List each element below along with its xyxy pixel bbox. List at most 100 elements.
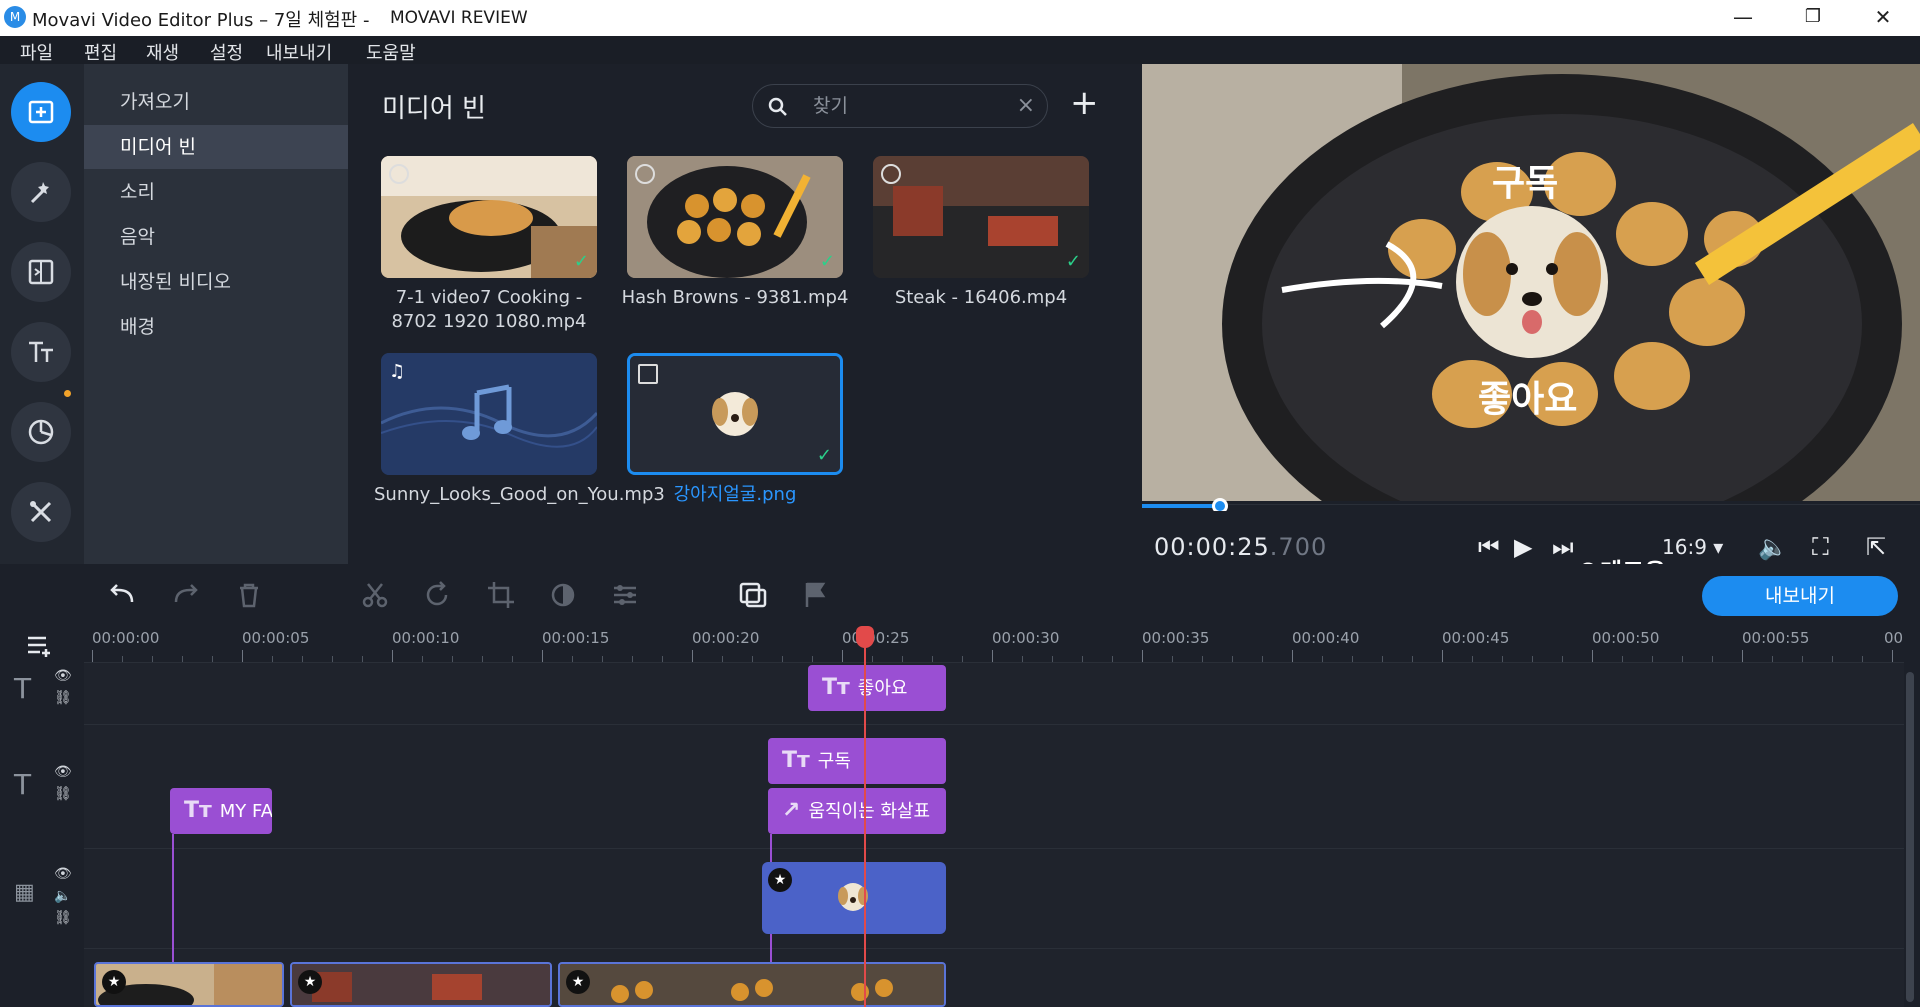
category-music[interactable]: 음악 [84,215,348,259]
preview-seek-bar[interactable] [1142,498,1920,514]
title-clip-label: MY FA [219,801,272,822]
image-clip-dog-face[interactable]: ★ [762,862,946,934]
added-check-icon: ✓ [816,445,832,466]
stickers-button[interactable] [11,402,71,462]
more-tools-button[interactable] [11,482,71,542]
add-media-button[interactable]: + [1070,86,1099,120]
timeline-track-headers: T 👁 ⛓ T 👁 ⛓ ▦ 👁 🔈 ⛓ [0,624,84,1007]
link-icon[interactable]: ⛓ [54,690,72,706]
filters-button[interactable] [11,162,71,222]
category-media-bin[interactable]: 미디어 빈 [84,125,348,169]
ruler-label: 00:00:25 [842,629,910,647]
play-icon[interactable]: ▶ [1514,533,1532,561]
added-check-icon: ✓ [573,251,589,272]
link-icon[interactable]: ⛓ [54,910,72,926]
search-icon [768,97,787,116]
ruler-label: 00:00:35 [1142,629,1210,647]
ruler-label: 00:00:45 [1442,629,1510,647]
menu-file[interactable]: 파일 [20,39,53,65]
cooking-thumbnail [381,156,597,278]
title-clip-subscribe[interactable]: Tт 구독 [768,738,946,784]
cut-icon[interactable] [360,580,390,610]
detach-player-icon[interactable]: ⇱ [1866,533,1886,561]
media-thumb-cooking[interactable]: ✓ [381,156,597,278]
seek-fill [1142,504,1220,508]
titles-button[interactable] [11,322,71,382]
visibility-eye-icon[interactable]: 👁 [54,668,72,684]
menu-help[interactable]: 도움말 [366,39,416,65]
title-clip-like[interactable]: Tт 좋아요 [808,665,946,711]
title-clip-my-favorite[interactable]: Tт MY FA [170,788,272,834]
star-icon: ★ [768,868,792,892]
media-label-steak: Steak - 16406.mp4 [894,287,1068,308]
title-clip-moving-arrow[interactable]: ↗ 움직이는 화살표 [768,788,946,834]
visibility-eye-icon[interactable]: 👁 [54,764,72,780]
import-categories: 가져오기 미디어 빈 소리 음악 내장된 비디오 배경 [84,64,348,576]
title-clip-label: 구독 [817,751,851,772]
visibility-eye-icon[interactable]: 👁 [54,866,72,882]
text-track-1 [84,662,1904,724]
category-builtin-video[interactable]: 내장된 비디오 [84,260,348,304]
video-clip-steak[interactable]: ★ [290,962,552,1007]
timecode-ms: .700 [1269,533,1328,561]
fullscreen-icon[interactable]: ⛶ [1812,533,1829,561]
search-input[interactable] [813,93,1013,119]
delete-icon[interactable] [234,580,264,610]
previous-frame-icon[interactable]: ⏮ [1478,533,1500,561]
clear-search-icon[interactable]: × [1017,93,1035,118]
ruler-tick [242,650,243,662]
restore-button[interactable]: ❐ [1778,0,1848,36]
minimize-button[interactable]: — [1708,0,1778,36]
category-import[interactable]: 가져오기 [84,80,348,124]
menu-settings[interactable]: 설정 [210,39,243,65]
ruler-tick [842,650,843,662]
preview-player[interactable]: 구독 좋아요 [1142,64,1920,501]
media-thumb-dog-face[interactable]: ✓ [627,353,843,475]
ruler-label: 00:00:50 [1592,629,1660,647]
volume-icon[interactable]: 🔈 [1758,533,1788,561]
marker-flag-icon[interactable] [800,580,830,610]
timeline-scrollbar[interactable] [1906,672,1914,1002]
title-clip-icon: Tт [782,748,810,773]
import-button[interactable] [11,82,71,142]
timeline-ruler[interactable]: 00:00:00 00:00:05 00:00:10 00:00:15 00:0… [84,624,1904,662]
ruler-tick [1292,650,1293,662]
menu-export[interactable]: 내보내기 [266,39,332,65]
crop-icon[interactable] [486,580,516,610]
menu-edit[interactable]: 편집 [84,39,117,65]
export-button[interactable]: 내보내기 [1702,576,1898,616]
next-frame-icon[interactable]: ⏭ [1552,533,1574,561]
add-track-icon[interactable] [26,634,58,658]
category-background[interactable]: 배경 [84,305,348,349]
close-button[interactable]: ✕ [1848,0,1918,36]
clip-properties-icon[interactable] [610,580,640,610]
video-clip-cooking[interactable]: ★ [94,962,284,1007]
link-icon[interactable]: ⛓ [54,786,72,802]
menu-playback[interactable]: 재생 [146,39,179,65]
mute-icon[interactable]: 🔈 [54,888,71,904]
aspect-ratio-select[interactable]: 16:9 ▾ [1662,535,1723,559]
redo-icon[interactable] [170,580,200,610]
ruler-tick [1442,650,1443,662]
star-icon: ★ [566,970,590,994]
media-thumb-hash-browns[interactable]: ✓ [627,156,843,278]
media-label-cooking: 7-1 video7 Cooking - 8702 1920 1080.mp4 [391,287,587,332]
tools-icon [30,501,52,523]
music-note-icon: ♫ [389,361,406,382]
color-adjust-icon[interactable] [548,580,578,610]
ruler-label: 00:00:40 [1292,629,1360,647]
ruler-tick [1142,650,1143,662]
rotate-icon[interactable] [422,580,452,610]
category-sound[interactable]: 소리 [84,170,348,214]
media-thumb-music[interactable]: ♫ [381,353,597,475]
media-thumb-steak[interactable]: ✓ [873,156,1089,278]
video-clip-hash-browns[interactable]: ★ [558,962,946,1007]
added-check-icon: ✓ [1065,251,1081,272]
dog-face-thumbnail [630,356,840,472]
playhead-handle[interactable] [856,626,874,648]
title-clip-label: 움직이는 화살표 [808,801,931,822]
undo-icon[interactable] [108,580,138,610]
transitions-button[interactable] [11,242,71,302]
overlay-icon[interactable] [738,580,768,610]
media-bin-panel: 미디어 빈 × + ✓ 7-1 video7 Cooking - 8702 19… [348,64,1142,564]
